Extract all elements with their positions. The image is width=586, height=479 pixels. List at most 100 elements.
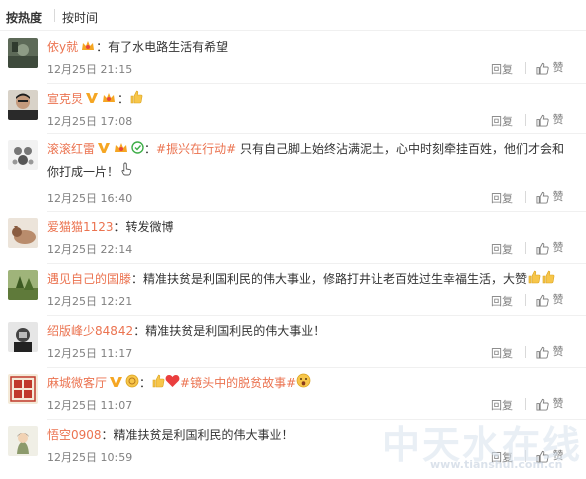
finger-emoji <box>119 161 133 183</box>
action-divider <box>525 450 526 462</box>
comment-text-line2: 你打成一片！ <box>47 164 120 179</box>
thumbs-up-emoji <box>129 89 143 111</box>
comment-item: 悟空0908：精准扶贫是利国利民的伟大事业！ 12月25日 10:59 回复 赞 <box>0 420 586 478</box>
avatar[interactable] <box>8 38 38 68</box>
like-label: 赞 <box>552 61 564 74</box>
comment-text-prefix: ： <box>144 142 157 156</box>
comment-time: 12月25日 11:17 <box>47 347 133 360</box>
verified-v-icon <box>85 89 99 111</box>
green-shield-icon <box>131 139 144 161</box>
avatar[interactable] <box>8 218 38 248</box>
reply-button[interactable]: 回复 <box>491 449 513 465</box>
thumbs-up-icon <box>536 61 549 75</box>
comment-item: 麻城微客厅 ： #镜头中的脱贫故事# 12月25日 11:07 回复 赞 <box>0 368 586 420</box>
comment-author[interactable]: 滚滚红雷 <box>47 142 95 156</box>
comment-text: ：精准扶贫是利国利民的伟大事业！ <box>133 324 326 338</box>
comment-item: 宣克炅 ： 12月25日 17:08 回复 赞 <box>0 84 586 134</box>
comment-author[interactable]: 宣克炅 <box>47 92 83 106</box>
reply-button[interactable]: 回复 <box>491 61 513 77</box>
comment-item: 绍版峰少84842：精准扶贫是利国利民的伟大事业！ 12月25日 11:17 回… <box>0 316 586 368</box>
avatar[interactable] <box>8 426 38 456</box>
like-label: 赞 <box>552 397 564 410</box>
thumbs-up-icon <box>536 293 549 307</box>
comment-time: 12月25日 17:08 <box>47 115 133 128</box>
comment-text: ：精准扶贫是利国利民的伟大事业！ <box>101 428 294 442</box>
avatar[interactable] <box>8 374 38 404</box>
avatar[interactable] <box>8 90 38 120</box>
comment-text: 只有自己脚上始终沾满泥土，心中时刻牵挂百姓，他们才会和 <box>236 142 564 156</box>
action-divider <box>525 346 526 358</box>
comment-time: 12月25日 10:59 <box>47 451 133 464</box>
thumbs-up-emoji <box>151 373 165 395</box>
verified-v-icon <box>109 373 123 395</box>
comment-time: 12月25日 12:21 <box>47 295 133 308</box>
reply-button[interactable]: 回复 <box>491 190 513 206</box>
thumbs-up-icon <box>536 345 549 359</box>
vip-crown-icon <box>113 139 129 161</box>
comment-item: 滚滚红雷 ：#振兴在行动# 只有自己脚上始终沾满泥土，心中时刻牵挂百姓，他们才会和… <box>0 134 586 212</box>
thumbs-up-icon <box>536 449 549 463</box>
like-label: 赞 <box>552 345 564 358</box>
reply-button[interactable]: 回复 <box>491 345 513 361</box>
vip-crown-icon <box>101 89 117 111</box>
like-button[interactable]: 赞 <box>536 59 564 75</box>
like-label: 赞 <box>552 449 564 462</box>
action-divider <box>525 62 526 74</box>
sort-by-hot-button[interactable]: 按热度 <box>6 9 42 26</box>
like-label: 赞 <box>552 113 564 126</box>
thumbs-up-icon <box>536 241 549 255</box>
reply-button[interactable]: 回复 <box>491 113 513 129</box>
like-label: 赞 <box>552 241 564 254</box>
comment-author[interactable]: 遇见自己的国滕 <box>47 272 131 286</box>
comment-time: 12月25日 11:07 <box>47 399 133 412</box>
comment-text: ：有了水电路生活有希望 <box>96 40 229 54</box>
like-button[interactable]: 赞 <box>536 291 564 307</box>
sort-bar-underline <box>0 30 586 31</box>
comment-time: 12月25日 22:14 <box>47 243 133 256</box>
comment-text: ： <box>117 92 130 106</box>
comment-author[interactable]: 爱猫猫1123 <box>47 220 114 234</box>
like-label: 赞 <box>552 293 564 306</box>
action-divider <box>525 114 526 126</box>
reply-button[interactable]: 回复 <box>491 397 513 413</box>
comment-time: 12月25日 21:15 <box>47 63 133 76</box>
comment-item: 依y就 ：有了水电路生活有希望 12月25日 21:15 回复 赞 <box>0 32 586 84</box>
topic-link[interactable]: #振兴在行动# <box>156 142 236 156</box>
like-label: 赞 <box>552 190 564 203</box>
like-button[interactable]: 赞 <box>536 395 564 411</box>
vip-crown-icon <box>80 37 96 59</box>
like-button[interactable]: 赞 <box>536 343 564 359</box>
surprised-emoji <box>296 373 311 395</box>
avatar[interactable] <box>8 140 38 170</box>
action-divider <box>525 242 526 254</box>
sort-bar: 按热度 按时间 <box>0 0 586 32</box>
heart-emoji <box>165 373 180 395</box>
thumbs-up-emoji <box>541 269 555 291</box>
comment-item: 爱猫猫1123：转发微博 12月25日 22:14 回复 赞 <box>0 212 586 264</box>
thumbs-up-icon <box>536 190 549 204</box>
comment-text: ：转发微博 <box>113 220 174 234</box>
like-button[interactable]: 赞 <box>536 111 564 127</box>
comment-item: 遇见自己的国滕：精准扶贫是利国利民的伟大事业，修路打井让老百姓过生幸福生活，大赞… <box>0 264 586 316</box>
comment-author[interactable]: 依y就 <box>47 40 78 54</box>
sort-divider <box>54 9 55 22</box>
avatar[interactable] <box>8 270 38 300</box>
comment-author[interactable]: 悟空0908 <box>47 428 102 442</box>
thumbs-up-icon <box>536 113 549 127</box>
comment-author[interactable]: 绍版峰少84842 <box>47 324 133 338</box>
rank-medal-icon <box>125 373 139 395</box>
like-button[interactable]: 赞 <box>536 239 564 255</box>
like-button[interactable]: 赞 <box>536 447 564 463</box>
action-divider <box>525 294 526 306</box>
like-button[interactable]: 赞 <box>536 188 564 204</box>
thumbs-up-emoji <box>527 269 541 291</box>
sort-by-time-button[interactable]: 按时间 <box>62 9 98 26</box>
comment-text-prefix: ： <box>139 376 152 390</box>
topic-link[interactable]: #镜头中的脱贫故事# <box>180 376 296 390</box>
comment-time: 12月25日 16:40 <box>47 192 133 205</box>
comment-author[interactable]: 麻城微客厅 <box>47 376 107 390</box>
thumbs-up-icon <box>536 397 549 411</box>
avatar[interactable] <box>8 322 38 352</box>
reply-button[interactable]: 回复 <box>491 293 513 309</box>
reply-button[interactable]: 回复 <box>491 241 513 257</box>
